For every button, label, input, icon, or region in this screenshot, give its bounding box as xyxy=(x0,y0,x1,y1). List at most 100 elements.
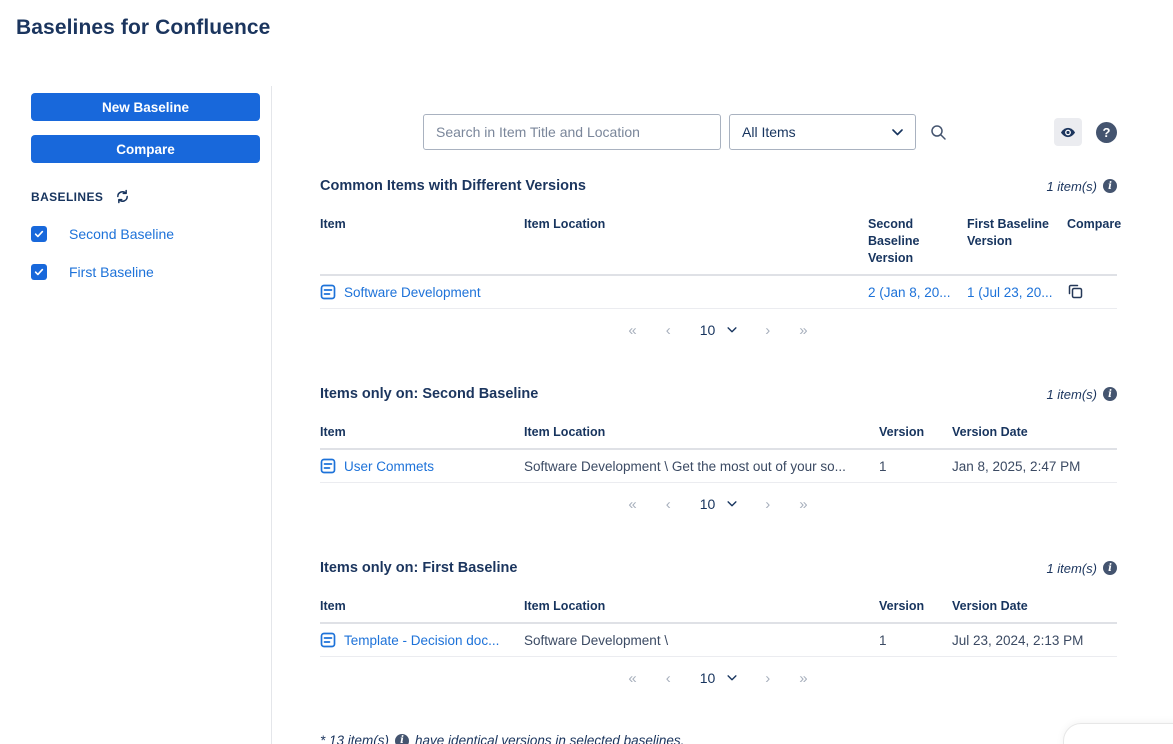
page-size-value: 10 xyxy=(699,322,716,338)
column-header-item-location: Item Location xyxy=(524,599,606,613)
pagination: « ‹ 10 › » xyxy=(320,666,1117,690)
identical-items-count: * 13 item(s) xyxy=(320,733,390,744)
first-page-button[interactable]: « xyxy=(614,322,651,339)
chevron-down-icon xyxy=(727,501,737,507)
column-header-item: Item xyxy=(320,599,346,613)
baselines-page: Baselines for Confluence New Baseline Co… xyxy=(0,0,1173,744)
column-header-item-location: Item Location xyxy=(524,425,606,439)
toolbar: All Items xyxy=(320,114,1117,150)
pagination: « ‹ 10 › » xyxy=(320,492,1117,516)
table-header-row: Item Item Location Version Version Date xyxy=(320,424,1117,450)
info-icon[interactable]: i xyxy=(1103,387,1117,401)
column-header-version: Version xyxy=(879,425,925,439)
compare-button[interactable]: Compare xyxy=(31,135,260,163)
item-count: 1 item(s) i xyxy=(1046,179,1117,194)
prev-page-button[interactable]: ‹ xyxy=(652,322,686,339)
page-header: Baselines for Confluence xyxy=(0,0,1173,44)
section-title: Common Items with Different Versions xyxy=(320,178,586,194)
table-row: User Commets Software Development \ Get … xyxy=(320,450,1117,483)
column-header-version-date: Version Date xyxy=(952,599,1028,613)
page-icon xyxy=(320,458,336,474)
prev-page-button[interactable]: ‹ xyxy=(652,670,686,687)
page-size-select[interactable]: 10 xyxy=(686,496,752,512)
common-items-table: Item Item Location Second Baseline Versi… xyxy=(320,216,1122,309)
version-cell: 1 xyxy=(879,632,887,648)
section-header-second-baseline-items: Items only on: Second Baseline 1 item(s)… xyxy=(320,386,1117,402)
item-count: 1 item(s) i xyxy=(1046,387,1117,402)
first-baseline-version-link[interactable]: 1 (Jul 23, 20... xyxy=(967,285,1053,300)
item-filter-select[interactable]: All Items xyxy=(729,114,916,150)
next-page-button[interactable]: › xyxy=(751,670,785,687)
column-header-version-date: Version Date xyxy=(952,425,1028,439)
second-baseline-version-link[interactable]: 2 (Jan 8, 20... xyxy=(868,285,951,300)
first-baseline-items-table: Item Item Location Version Version Date xyxy=(320,598,1117,657)
item-link[interactable]: Template - Decision doc... xyxy=(344,633,499,648)
first-page-button[interactable]: « xyxy=(614,496,651,513)
column-header-item: Item xyxy=(320,217,346,231)
chevron-down-icon xyxy=(727,675,737,681)
chevron-down-icon xyxy=(892,128,903,136)
sidebar-item-first-baseline[interactable]: First Baseline xyxy=(31,264,260,280)
page-icon xyxy=(320,284,336,300)
column-header-compare: Compare xyxy=(1067,217,1122,231)
main-content: All Items xyxy=(272,86,1173,744)
last-page-button[interactable]: » xyxy=(785,670,822,687)
last-page-button[interactable]: » xyxy=(785,322,822,339)
table-row: Software Development 2 (Jan 8, 20... 1 (… xyxy=(320,276,1117,309)
version-cell: 1 xyxy=(879,458,887,474)
item-location-cell: Software Development \ xyxy=(524,632,669,648)
item-link[interactable]: Software Development xyxy=(344,285,481,300)
checkbox-checked-icon[interactable] xyxy=(31,264,47,280)
table-header-row: Item Item Location Second Baseline Versi… xyxy=(320,216,1122,276)
next-page-button[interactable]: › xyxy=(751,322,785,339)
floating-widget-partial[interactable] xyxy=(1063,723,1173,744)
page-size-select[interactable]: 10 xyxy=(686,322,752,338)
chevron-down-icon xyxy=(727,327,737,333)
section-header-first-baseline-items: Items only on: First Baseline 1 item(s) … xyxy=(320,560,1117,576)
column-header-first-baseline-version: First Baseline Version xyxy=(967,217,1049,248)
table-header-row: Item Item Location Version Version Date xyxy=(320,598,1117,624)
column-header-version: Version xyxy=(879,599,925,613)
eye-icon-button[interactable] xyxy=(1054,118,1082,146)
item-count-text: 1 item(s) xyxy=(1046,178,1097,194)
pagination: « ‹ 10 › » xyxy=(320,318,1117,342)
identical-items-text: have identical versions in selected base… xyxy=(415,733,685,744)
item-count-text: 1 item(s) xyxy=(1046,560,1097,576)
search-input[interactable] xyxy=(423,114,721,150)
column-header-item-location: Item Location xyxy=(524,217,606,231)
baselines-label: BASELINES xyxy=(31,189,104,204)
item-location-cell: Software Development \ Get the most out … xyxy=(524,458,846,474)
checkbox-checked-icon[interactable] xyxy=(31,226,47,242)
section-title: Items only on: First Baseline xyxy=(320,560,518,576)
first-baseline-link[interactable]: First Baseline xyxy=(69,264,154,280)
second-baseline-items-table: Item Item Location Version Version Date xyxy=(320,424,1117,483)
compare-copy-icon[interactable] xyxy=(1067,283,1083,299)
table-row: Template - Decision doc... Software Deve… xyxy=(320,624,1117,657)
next-page-button[interactable]: › xyxy=(751,496,785,513)
info-icon[interactable]: i xyxy=(1103,561,1117,575)
last-page-button[interactable]: » xyxy=(785,496,822,513)
item-count-text: 1 item(s) xyxy=(1046,386,1097,402)
search-icon[interactable] xyxy=(930,124,947,141)
item-link[interactable]: User Commets xyxy=(344,459,434,474)
page-size-value: 10 xyxy=(699,496,716,512)
first-page-button[interactable]: « xyxy=(614,670,651,687)
info-icon[interactable]: i xyxy=(395,733,410,744)
column-header-second-baseline-version: Second Baseline Version xyxy=(868,217,920,265)
page-size-select[interactable]: 10 xyxy=(686,670,752,686)
prev-page-button[interactable]: ‹ xyxy=(652,496,686,513)
info-icon[interactable]: i xyxy=(1103,179,1117,193)
second-baseline-link[interactable]: Second Baseline xyxy=(69,226,174,242)
item-filter-value: All Items xyxy=(742,124,796,140)
column-header-item: Item xyxy=(320,425,346,439)
version-date-cell: Jul 23, 2024, 2:13 PM xyxy=(952,632,1084,648)
baselines-header: BASELINES xyxy=(31,189,260,204)
help-icon[interactable]: ? xyxy=(1096,121,1117,143)
sidebar: New Baseline Compare BASELINES Second Ba… xyxy=(0,86,272,744)
new-baseline-button[interactable]: New Baseline xyxy=(31,93,260,121)
section-header-common-items: Common Items with Different Versions 1 i… xyxy=(320,178,1117,194)
refresh-icon[interactable] xyxy=(115,189,130,204)
page-icon xyxy=(320,632,336,648)
page-title: Baselines for Confluence xyxy=(16,16,271,39)
sidebar-item-second-baseline[interactable]: Second Baseline xyxy=(31,226,260,242)
